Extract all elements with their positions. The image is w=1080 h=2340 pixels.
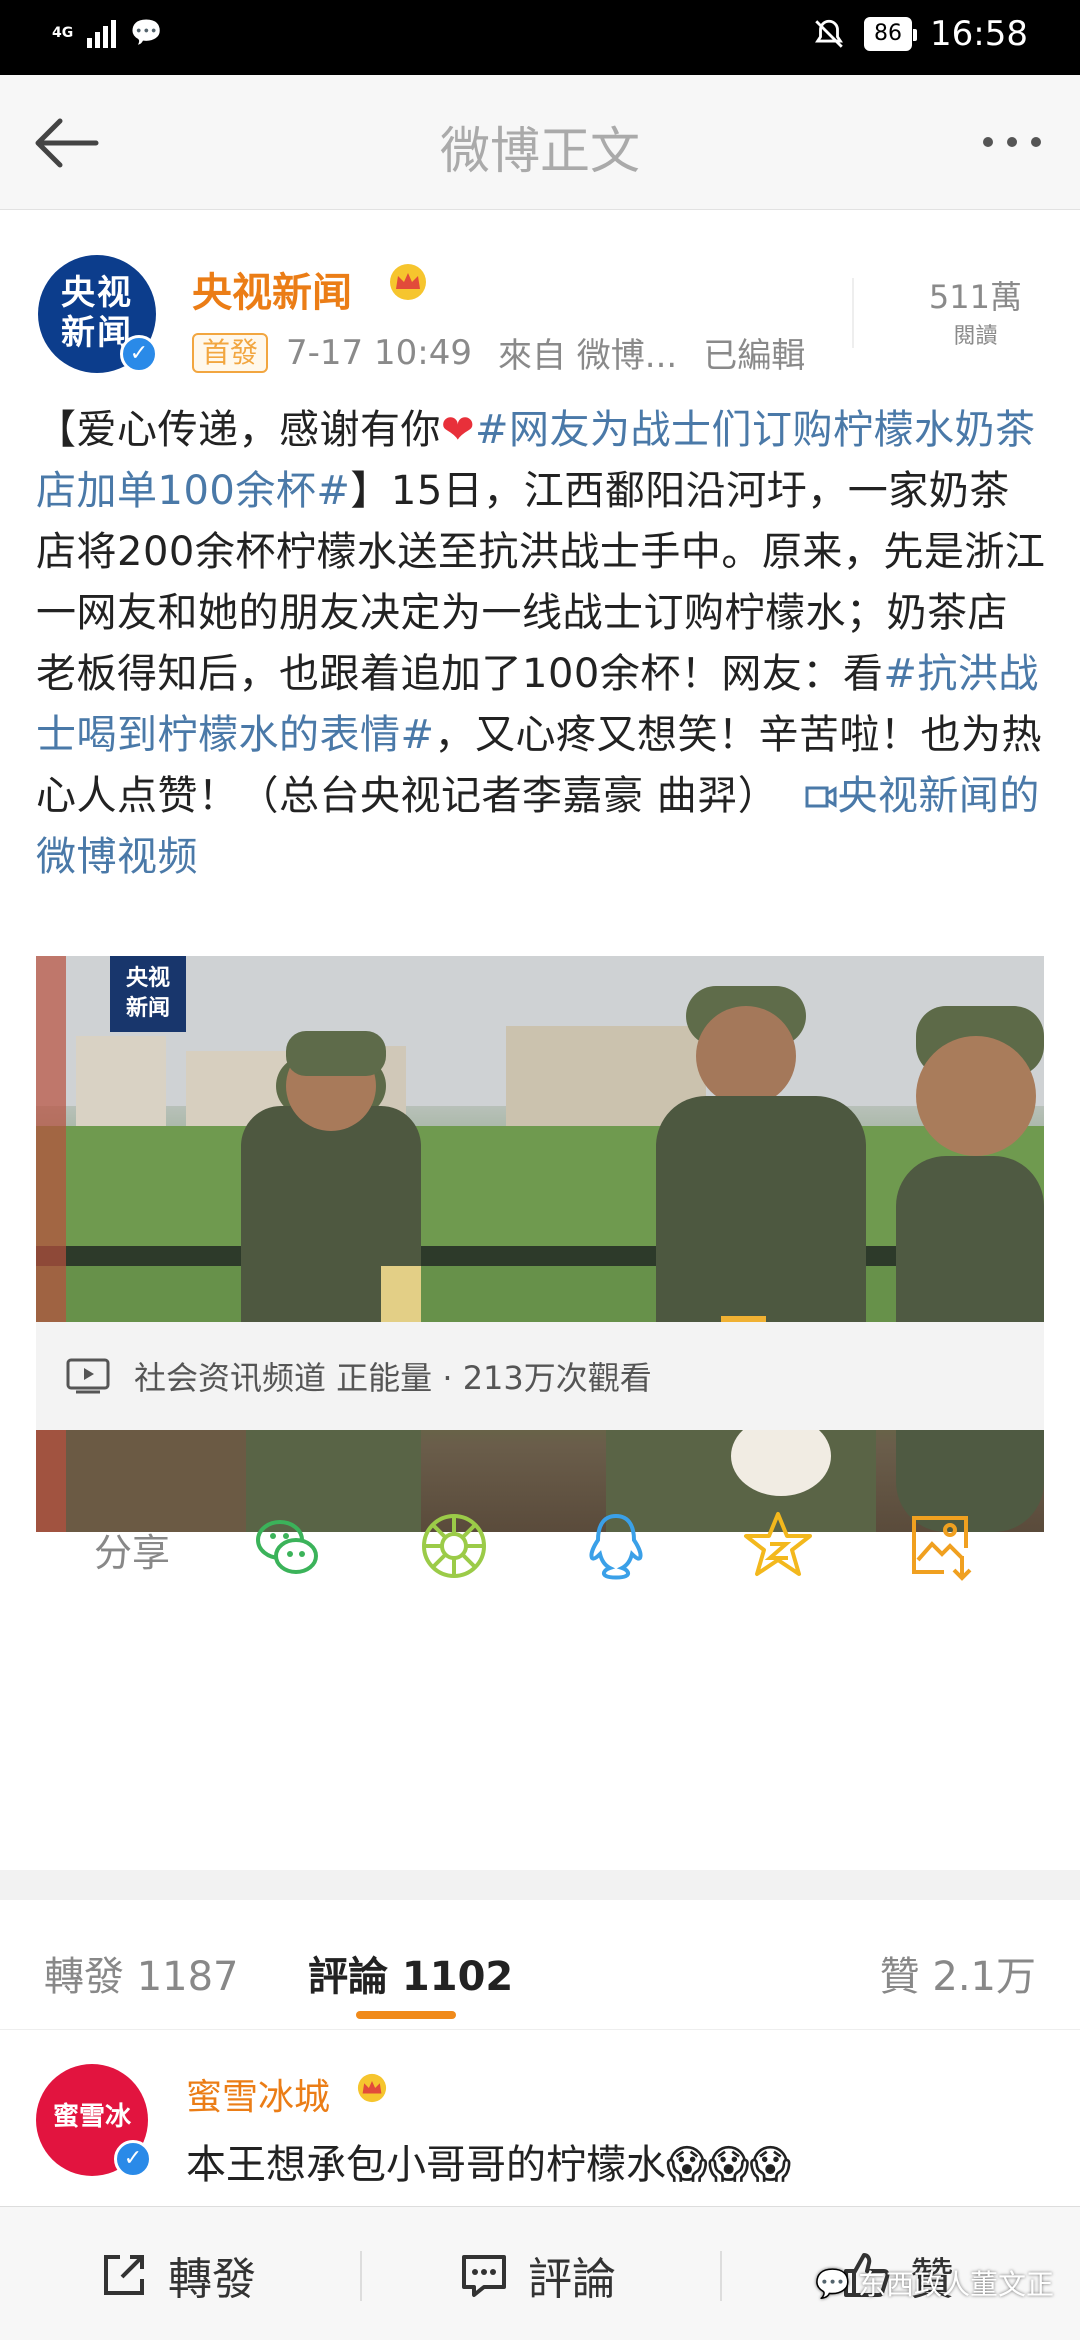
qq-icon[interactable]: [578, 1508, 654, 1584]
nav-bar: 微博正文: [0, 75, 1080, 210]
more-options-button[interactable]: [972, 117, 1052, 167]
divider: [360, 2251, 362, 2301]
comment-label: 評論: [528, 2254, 616, 2305]
watermark-text: 东西政人董文正: [857, 2268, 1054, 2301]
read-count: 511萬 閱讀: [929, 272, 1022, 350]
verified-icon: ✓: [114, 2140, 152, 2178]
page-title: 微博正文: [440, 122, 640, 180]
network-type: 4G: [52, 25, 74, 41]
video-thumbnail: [36, 956, 1044, 1532]
edited-label[interactable]: 已編輯: [703, 328, 805, 377]
repost-button[interactable]: 轉發: [98, 2243, 256, 2307]
bottom-action-bar: 轉發 評論 贊 💬 东西政人董文正: [0, 2206, 1080, 2340]
comment-button[interactable]: 評論: [458, 2243, 616, 2307]
first-post-badge: 首發: [192, 332, 269, 373]
tab-reposts[interactable]: 轉發 1187: [44, 1944, 239, 2002]
repost-label: 轉發: [168, 2254, 256, 2305]
video-play-icon: [66, 1358, 110, 1394]
repost-icon: [104, 2255, 144, 2295]
post-source[interactable]: 來自 微博...: [498, 328, 677, 377]
post-text-segment: 【爱心传递，感谢有你: [36, 407, 441, 453]
status-bar: 4G 💬 86 16:58: [0, 0, 1080, 75]
read-count-label: 閱讀: [953, 324, 998, 349]
author-avatar[interactable]: 央视新闻 ✓: [38, 255, 158, 373]
commenter-avatar[interactable]: 蜜雪冰 ✓: [36, 2064, 152, 2178]
commenter-avatar-text: 蜜雪冰: [52, 2102, 131, 2132]
active-tab-indicator: [356, 2011, 456, 2019]
post-card: 央视新闻 ✓ 央视新闻 首發 7-17 10:49 來自 微博... 已編輯 5…: [0, 210, 1080, 1870]
crown-icon: [390, 264, 426, 300]
post-body: 【爱心传递，感谢有你❤#网友为战士们订购柠檬水奶茶店加单100余杯#】15日，江…: [36, 400, 1046, 888]
post-timestamp: 7-17 10:49: [286, 332, 472, 373]
mute-icon: [815, 19, 843, 48]
dot-icon: [1031, 137, 1041, 147]
wechat-icon[interactable]: [250, 1508, 326, 1584]
crown-icon: [357, 2073, 387, 2103]
battery-indicator: 86: [864, 17, 918, 51]
wechat-notification-icon: 💬: [130, 18, 163, 48]
divider: [720, 2251, 722, 2301]
signal-icon: [87, 18, 117, 48]
tab-likes[interactable]: 贊 2.1万: [880, 1944, 1036, 2002]
verified-icon: ✓: [120, 335, 158, 373]
clock: 16:58: [930, 14, 1028, 54]
moments-icon[interactable]: [416, 1508, 492, 1584]
video-link-icon: [805, 786, 837, 808]
post-meta: 首發 7-17 10:49 來自 微博... 已編輯: [192, 328, 805, 377]
wechat-logo-icon: 💬: [815, 2266, 850, 2300]
dot-icon: [1007, 137, 1017, 147]
watermark: 💬 东西政人董文正: [815, 2263, 1054, 2303]
share-row: 分享: [0, 1486, 1080, 1606]
qzone-icon[interactable]: [740, 1508, 816, 1584]
share-label: 分享: [94, 1531, 171, 1575]
video-player[interactable]: 央视新闻: [36, 956, 1044, 1532]
comment-item[interactable]: 蜜雪冰 ✓ 蜜雪冰城 本王想承包小哥哥的柠檬水😱😱😱: [0, 2030, 1080, 2220]
author-name[interactable]: 央视新闻: [192, 260, 352, 318]
read-count-value: 511萬: [928, 278, 1022, 316]
save-image-icon[interactable]: [904, 1508, 980, 1584]
dot-icon: [983, 137, 993, 147]
interaction-tabs: 轉發 1187 評論 1102 贊 2.1万: [0, 1900, 1080, 2030]
channel-logo: 央视新闻: [110, 956, 186, 1032]
tab-comments[interactable]: 評論 1102: [308, 1944, 513, 2002]
comment-text: 本王想承包小哥哥的柠檬水😱😱😱: [186, 2142, 792, 2188]
video-info-text: 社会资讯频道 正能量 · 213万次觀看: [134, 1359, 652, 1397]
heart-icon: ❤: [441, 407, 476, 453]
commenter-name[interactable]: 蜜雪冰城: [186, 2068, 330, 2120]
comment-icon: [462, 2255, 506, 2297]
video-info-bar[interactable]: 社会资讯频道 正能量 · 213万次觀看: [36, 1322, 1044, 1430]
divider: [852, 278, 854, 348]
